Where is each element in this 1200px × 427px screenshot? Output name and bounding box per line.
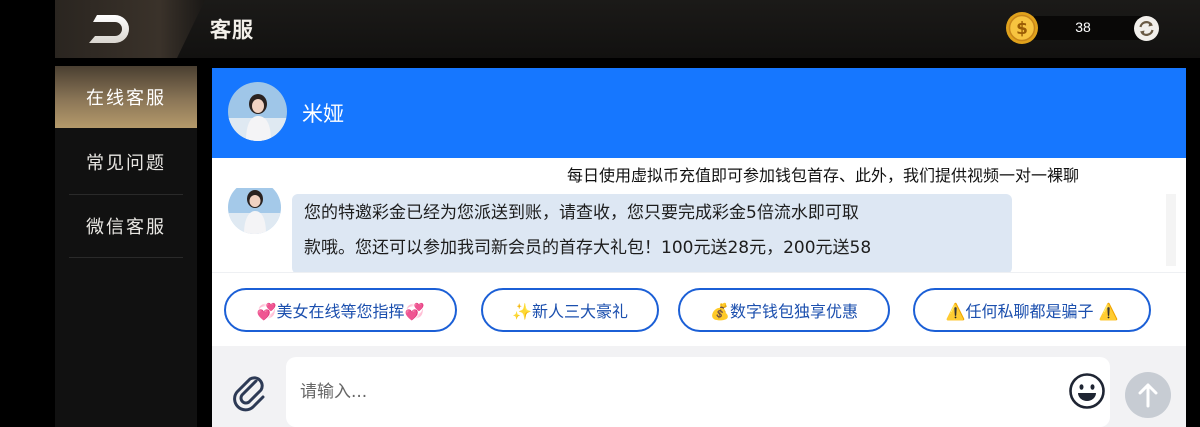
message-input[interactable] [286,357,1110,427]
chat-panel: 米娅 每日使用虚拟币充值即可参加钱包首存、此外，我们提供视频一对一裸聊 您的特邀… [212,68,1186,427]
svg-text:$: $ [1016,19,1028,39]
attach-icon[interactable] [230,372,270,412]
sidebar-item-online-service[interactable]: 在线客服 [55,66,197,128]
message-line: 款哦。您还可以参加我司新会员的首存大礼包！100元送28元，200元送58 [304,238,872,258]
sidebar-item-faq[interactable]: 常见问题 [55,131,197,193]
notice-text: 每日使用虚拟币充值即可参加钱包首存、此外，我们提供视频一对一裸聊 [567,166,1080,185]
sidebar-divider [69,257,183,258]
composer-bar [212,346,1186,427]
agent-avatar [228,82,287,141]
refresh-icon[interactable] [1133,15,1160,42]
scrollbar[interactable] [1166,194,1176,266]
agent-name: 米娅 [302,102,344,126]
notice-marquee: 每日使用虚拟币充值即可参加钱包首存、此外，我们提供视频一对一裸聊 [212,158,1186,188]
quick-reply-newbie-gifts[interactable]: ✨新人三大豪礼 [481,288,659,332]
chat-header: 米娅 [212,68,1186,158]
emoji-icon[interactable] [1068,372,1106,410]
message-line: 您的特邀彩金已经为您派送到账，请查收，您只要完成彩金5倍流水即可取 [304,203,859,223]
message-avatar [228,188,281,234]
wallet-balance: $ 38 [1005,11,1161,45]
customer-service-screen: 客服 $ 38 在线客服 常见问题 微信客服 米娅 每日使用虚拟币充值即可参加钱… [0,0,1200,427]
page-title: 客服 [210,18,254,42]
quick-replies: 💞美女在线等您指挥💞 ✨新人三大豪礼 💰数字钱包独享优惠 ⚠️任何私聊都是骗子 … [212,272,1186,346]
message-list[interactable]: 您的特邀彩金已经为您派送到账，请查收，您只要完成彩金5倍流水即可取 款哦。您还可… [212,188,1186,272]
send-button[interactable] [1125,372,1171,418]
quick-reply-wallet-offer[interactable]: 💰数字钱包独享优惠 [678,288,890,332]
back-icon[interactable] [85,12,131,46]
quick-reply-scam-warning[interactable]: ⚠️任何私聊都是骗子 ⚠️ [913,288,1151,332]
message-bubble: 您的特邀彩金已经为您派送到账，请查收，您只要完成彩金5倍流水即可取 款哦。您还可… [292,194,1012,272]
top-bar: 客服 $ 38 [55,0,1200,58]
send-arrow-icon [1138,383,1158,408]
sidebar-item-wechat-service[interactable]: 微信客服 [55,195,197,257]
balance-amount: 38 [1075,19,1091,35]
quick-reply-beauty-online[interactable]: 💞美女在线等您指挥💞 [224,288,457,332]
sidebar: 在线客服 常见问题 微信客服 [55,66,197,427]
coin-icon: $ [1006,12,1038,44]
